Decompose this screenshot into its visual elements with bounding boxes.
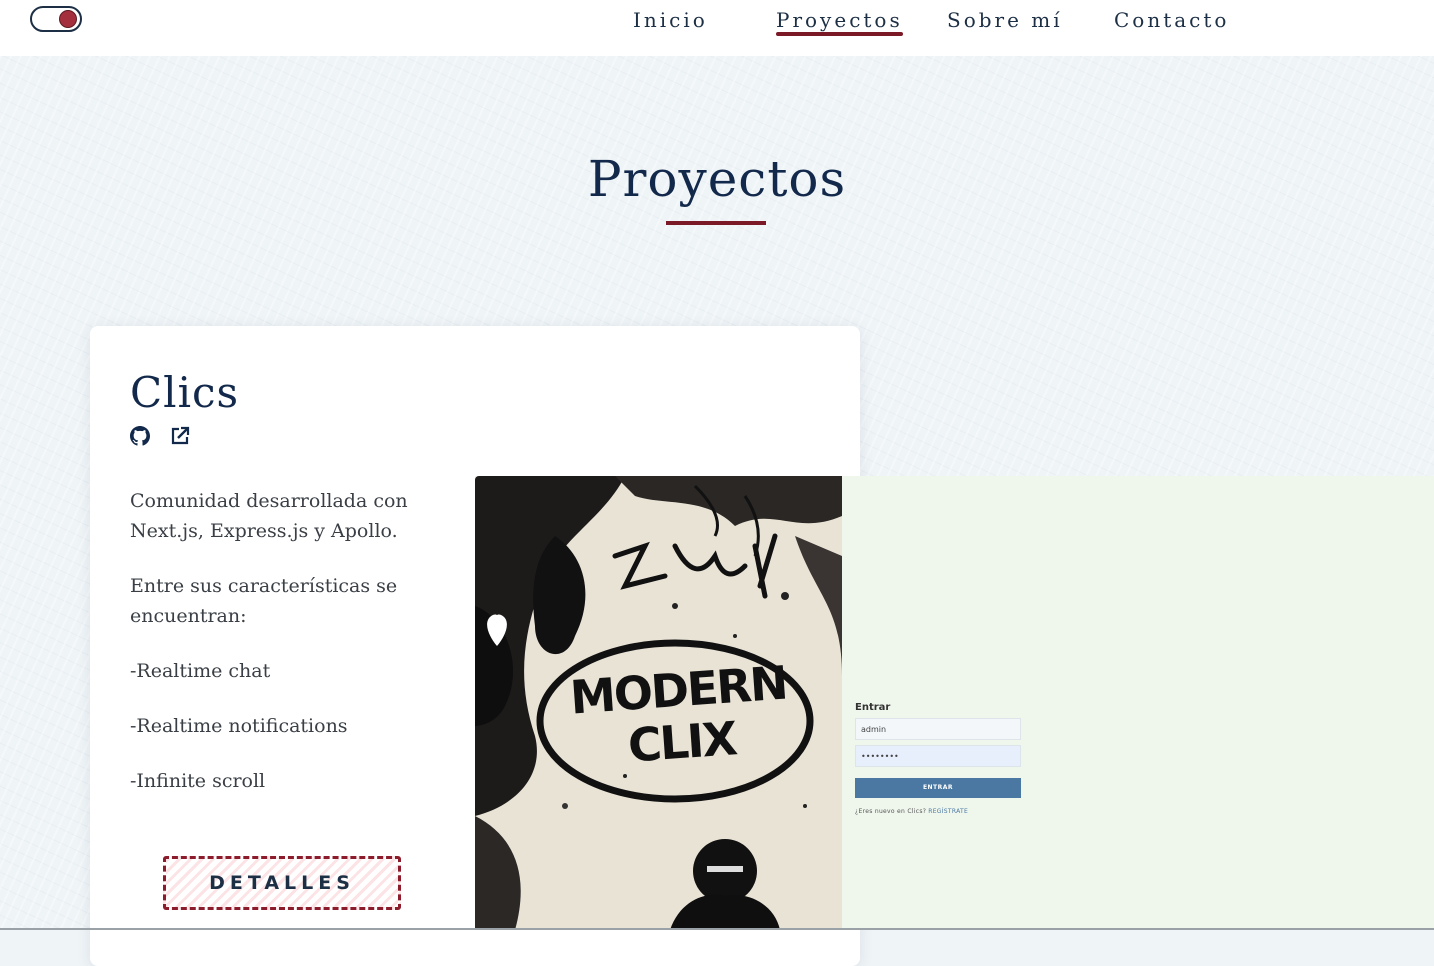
nav-link-label: Inicio <box>633 8 708 32</box>
github-icon[interactable] <box>130 426 152 448</box>
project-title: Clics <box>130 368 240 417</box>
project-features-intro: Entre sus características se encuentran: <box>130 575 398 627</box>
navbar: Inicio Proyectos Sobre mí Contacto <box>0 0 1434 56</box>
details-button[interactable]: DETALLES <box>163 856 401 910</box>
nav-link-label: Contacto <box>1114 8 1230 32</box>
project-preview: MODERN CLIX Entrar admin •••••••• ENTRAR… <box>475 476 1434 930</box>
password-field[interactable]: •••••••• <box>855 745 1021 767</box>
nav-link-proyectos[interactable]: Proyectos <box>776 8 903 36</box>
active-nav-indicator <box>776 32 903 36</box>
username-field[interactable]: admin <box>855 718 1021 740</box>
login-submit-button[interactable]: ENTRAR <box>855 778 1021 798</box>
signup-link[interactable]: REGÍSTRATE <box>928 808 968 815</box>
toggle-knob <box>59 10 77 28</box>
signup-prompt: ¿Eres nuevo en Clics? REGÍSTRATE <box>855 808 1021 815</box>
project-description: Comunidad desarrollada con Next.js, Expr… <box>130 490 408 542</box>
feature-item: -Infinite scroll <box>130 770 266 792</box>
nav-link-label: Proyectos <box>776 8 903 32</box>
poster-image: MODERN CLIX <box>475 476 842 930</box>
poster-text: MODERN CLIX <box>557 656 804 776</box>
nav-link-contacto[interactable]: Contacto <box>1114 8 1229 32</box>
login-heading: Entrar <box>855 702 891 713</box>
signup-prompt-text: ¿Eres nuevo en Clics? <box>855 808 927 815</box>
feature-item: -Realtime notifications <box>130 715 348 737</box>
nav-link-label: Sobre mí <box>947 8 1063 32</box>
external-link-icon[interactable] <box>170 426 192 448</box>
nav-link-inicio[interactable]: Inicio <box>633 8 708 32</box>
theme-toggle[interactable] <box>30 6 82 32</box>
page-title: Proyectos <box>587 150 847 208</box>
feature-item: -Realtime chat <box>130 660 271 682</box>
login-form: Entrar admin •••••••• ENTRAR ¿Eres nuevo… <box>855 702 1021 815</box>
title-underline <box>666 221 766 225</box>
nav-link-sobre-mi[interactable]: Sobre mí <box>947 8 1063 32</box>
